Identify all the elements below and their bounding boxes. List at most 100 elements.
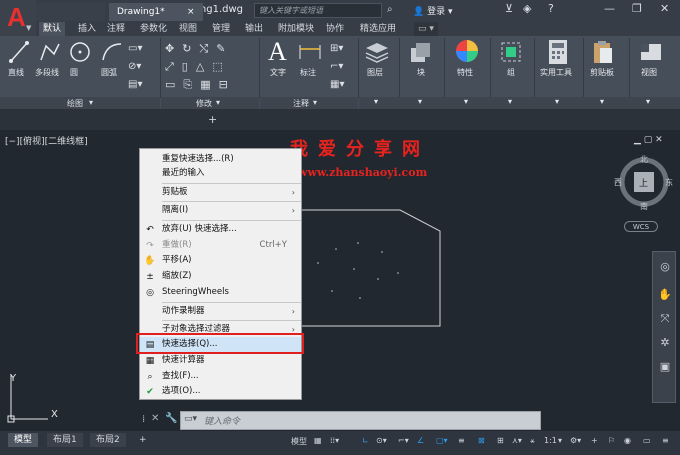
tab-parametric[interactable]: 参数化 bbox=[136, 22, 171, 36]
snap-icon[interactable]: ⁞⁞▾ bbox=[330, 436, 339, 445]
search-icon[interactable]: ⌕ bbox=[387, 4, 393, 15]
tab-featured-apps[interactable]: 精选应用 bbox=[356, 22, 400, 36]
modify-tools[interactable]: ✥↻⤭✎ ⤢▯△⬚ ▭⎘▦⊟ bbox=[165, 40, 261, 94]
menu-item-undo[interactable]: ↶ 放弃(U) 快速选择... bbox=[140, 222, 301, 237]
minimize-button[interactable]: — bbox=[604, 2, 615, 15]
chevron-down-icon[interactable]: ▾ bbox=[418, 97, 422, 106]
line-icon[interactable] bbox=[8, 40, 30, 64]
menu-item-zoom[interactable]: ± 缩放(Z) bbox=[140, 269, 301, 284]
layers-button[interactable]: 图层 bbox=[367, 67, 383, 78]
wcs-menu[interactable]: WCS bbox=[624, 221, 658, 232]
viewcube-east[interactable]: 东 bbox=[665, 177, 673, 188]
menu-item-isolate[interactable]: 隔离(I) › bbox=[140, 203, 301, 218]
chevron-down-icon[interactable]: ▾ bbox=[646, 97, 650, 106]
chevron-down-icon[interactable]: ▾ bbox=[555, 97, 559, 106]
block-icon[interactable] bbox=[408, 40, 434, 64]
isodraft-icon[interactable]: ⌐▾ bbox=[398, 436, 409, 445]
tab-home[interactable]: 默认 bbox=[39, 22, 66, 36]
dimension-button[interactable]: 标注 bbox=[300, 67, 316, 78]
menu-item-clipboard[interactable]: 剪贴板 › bbox=[140, 185, 301, 200]
search-input[interactable]: 键入关键字或短语 bbox=[254, 3, 382, 18]
add-tab-button[interactable]: + bbox=[208, 113, 217, 126]
line-button[interactable]: 直线 bbox=[8, 67, 24, 78]
menu-item-find[interactable]: ⌕ 查找(F)... bbox=[140, 369, 301, 384]
viewcube-south[interactable]: 南 bbox=[640, 201, 648, 212]
draw-small-tools[interactable]: ▭▾ ⊘▾ ▤▾ bbox=[128, 40, 158, 94]
group-button[interactable]: 组 bbox=[507, 67, 515, 78]
view-icon[interactable] bbox=[639, 40, 663, 64]
layout-tab-model[interactable]: 模型 bbox=[8, 433, 39, 447]
menu-item-recent-input[interactable]: 最近的输入 bbox=[140, 166, 301, 181]
dimension-icon[interactable] bbox=[297, 41, 323, 63]
units-icon[interactable]: ⚐ bbox=[608, 436, 615, 445]
block-button[interactable]: 块 bbox=[417, 67, 425, 78]
text-button[interactable]: 文字 bbox=[270, 67, 286, 78]
workspace-gear-icon[interactable]: ⚙▾ bbox=[570, 436, 581, 445]
circle-icon[interactable] bbox=[68, 40, 92, 64]
close-tab-icon[interactable]: × bbox=[187, 3, 195, 21]
grid-icon[interactable]: ▦ bbox=[314, 436, 322, 445]
add-layout-button[interactable]: + bbox=[133, 433, 153, 447]
menu-item-repeat-quick-select[interactable]: 重复快速选择...(R) bbox=[140, 152, 301, 167]
annotation-visibility-icon[interactable]: ⋏▾ bbox=[512, 436, 522, 445]
menu-item-action-recorder[interactable]: 动作录制器 › bbox=[140, 304, 301, 319]
tab-insert[interactable]: 插入 bbox=[74, 22, 100, 36]
object-snap-icon[interactable]: ▢▾ bbox=[436, 436, 448, 445]
chevron-down-icon[interactable]: ▾ bbox=[89, 98, 93, 109]
help-button[interactable]: ? bbox=[548, 2, 554, 15]
object-snap-tracking-icon[interactable]: ∠ bbox=[417, 436, 424, 445]
wrench-icon[interactable]: 🔧 bbox=[165, 413, 177, 424]
tab-output[interactable]: 输出 bbox=[241, 22, 267, 36]
selection-cycling-icon[interactable]: ⊞ bbox=[497, 436, 504, 445]
showmotion-icon[interactable]: ▣ bbox=[657, 360, 673, 376]
annotation-monitor-icon[interactable]: + bbox=[591, 436, 598, 445]
arc-button[interactable]: 圆弧 bbox=[101, 67, 117, 78]
chevron-down-icon[interactable]: ▾ bbox=[558, 436, 562, 445]
viewcube-west[interactable]: 西 bbox=[614, 177, 622, 188]
annotation-small-tools[interactable]: ⊞▾ ⌐▾ ▦▾ bbox=[330, 40, 355, 94]
orbit-icon[interactable]: ✲ bbox=[657, 336, 673, 352]
transparency-icon[interactable]: ⊠ bbox=[478, 436, 485, 445]
clipboard-icon[interactable] bbox=[592, 39, 614, 65]
menu-item-options[interactable]: ✔ 选项(O)... bbox=[140, 384, 301, 399]
chevron-down-icon[interactable]: ▾ bbox=[374, 97, 378, 106]
menu-item-redo[interactable]: ↷ 重做(R) Ctrl+Y bbox=[140, 238, 301, 253]
application-menu-button[interactable]: A ▼ bbox=[0, 0, 36, 36]
lineweight-icon[interactable]: ≡ bbox=[458, 436, 465, 445]
chevron-down-icon[interactable]: ▾ bbox=[508, 97, 512, 106]
model-space-toggle[interactable]: 模型 bbox=[291, 436, 307, 447]
calculator-icon[interactable] bbox=[547, 39, 569, 65]
pan-hand-icon[interactable]: ✋ bbox=[657, 288, 673, 304]
clean-screen-icon[interactable]: ▭ bbox=[643, 436, 651, 445]
viewcube[interactable]: 北 南 西 东 上 bbox=[614, 154, 673, 212]
menu-item-pan[interactable]: ✋ 平移(A) bbox=[140, 253, 301, 268]
tab-annotate[interactable]: 注释 bbox=[103, 22, 129, 36]
polar-icon[interactable]: ⊙▾ bbox=[376, 436, 387, 445]
menu-item-steeringwheels[interactable]: ◎ SteeringWheels bbox=[140, 285, 301, 300]
isolate-objects-icon[interactable]: ◉ bbox=[624, 436, 631, 445]
tab-manage[interactable]: 管理 bbox=[208, 22, 234, 36]
draw-panel-title[interactable]: 绘图 bbox=[67, 98, 83, 109]
annotation-panel-footer[interactable] bbox=[260, 97, 358, 109]
group-icon[interactable] bbox=[499, 40, 523, 64]
chevron-down-icon[interactable]: ▾ bbox=[600, 97, 604, 106]
clipboard-button[interactable]: 剪贴板 bbox=[590, 67, 614, 78]
annotation-scale[interactable]: 1:1 bbox=[544, 436, 557, 445]
utilities-button[interactable]: 实用工具 bbox=[540, 67, 572, 78]
close-button[interactable]: ✕ bbox=[660, 2, 669, 15]
polyline-icon[interactable] bbox=[38, 40, 62, 64]
a360-icon[interactable]: ◈ bbox=[523, 2, 531, 15]
command-input[interactable]: 键入命令 bbox=[204, 414, 240, 427]
menu-item-quick-calc[interactable]: ▦ 快速计算器 bbox=[140, 353, 301, 368]
arc-icon[interactable] bbox=[100, 40, 124, 64]
properties-button[interactable]: 特性 bbox=[457, 67, 473, 78]
layout-tab-layout2[interactable]: 布局2 bbox=[90, 433, 126, 447]
command-history-icon[interactable]: ▭▾ bbox=[184, 414, 197, 424]
viewcube-north[interactable]: 北 bbox=[640, 154, 648, 165]
close-icon[interactable]: ✕ bbox=[151, 413, 159, 424]
steering-wheel-icon[interactable]: ◎ bbox=[657, 260, 673, 276]
tab-addins[interactable]: 附加模块 bbox=[274, 22, 318, 36]
annotation-panel-title[interactable]: 注释 bbox=[293, 98, 309, 109]
layers-icon[interactable] bbox=[364, 40, 390, 64]
cart-icon[interactable]: ⊻ bbox=[505, 2, 513, 15]
